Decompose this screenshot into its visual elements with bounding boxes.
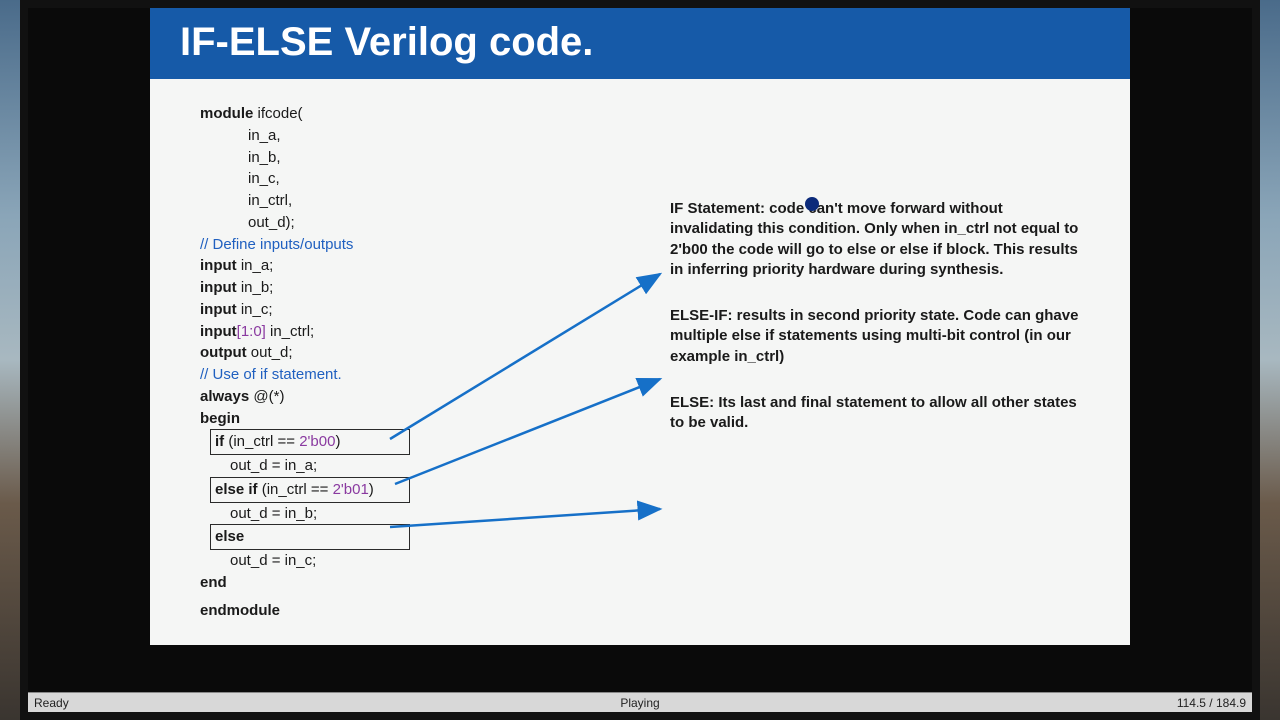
kw-endmodule: endmodule <box>200 602 280 619</box>
assign-c: out_d = in_c; <box>200 550 560 572</box>
port-in-b: in_b, <box>200 147 560 169</box>
if-line-box: if (in_ctrl == 2'b00) <box>210 429 410 455</box>
lit-00: 2'b00 <box>299 433 335 450</box>
monitor-frame: IF-ELSE Verilog code. module ifcode( in_… <box>20 0 1260 720</box>
kw-input-a: input <box>200 257 237 274</box>
elseif-line-box: else if (in_ctrl == 2'b01) <box>210 477 410 503</box>
range-ctrl: [1:0] <box>237 323 266 340</box>
assign-a: out_d = in_a; <box>200 455 560 477</box>
kw-input-c: input <box>200 301 237 318</box>
port-out-d: out_d); <box>200 212 560 234</box>
comment-io: // Define inputs/outputs <box>200 234 560 256</box>
annotation-elseif: ELSE-IF: results in second priority stat… <box>670 306 1090 367</box>
assign-b: out_d = in_b; <box>200 503 560 525</box>
decl-in-b: in_b; <box>237 279 274 296</box>
status-right: 114.5 / 184.9 <box>1177 696 1246 710</box>
verilog-code-block: module ifcode( in_a, in_b, in_c, in_ctrl… <box>200 103 560 621</box>
if-cond-a: (in_ctrl == <box>224 433 299 450</box>
slide-title: IF-ELSE Verilog code. <box>150 8 1130 79</box>
kw-output: output <box>200 344 247 361</box>
cursor-indicator <box>805 197 819 211</box>
port-in-ctrl: in_ctrl, <box>200 190 560 212</box>
kw-elseif: else if <box>215 481 258 498</box>
kw-always: always <box>200 388 249 405</box>
kw-end: end <box>200 574 227 591</box>
elseif-cond-b: ) <box>369 481 374 498</box>
module-name: ifcode( <box>253 105 302 122</box>
kw-module: module <box>200 105 253 122</box>
kw-input-b: input <box>200 279 237 296</box>
player-status-bar: Ready Playing 114.5 / 184.9 <box>28 692 1252 712</box>
always-sens: @(*) <box>249 388 284 405</box>
else-line-box: else <box>210 524 410 550</box>
elseif-cond-a: (in_ctrl == <box>258 481 333 498</box>
status-center: Playing <box>620 696 659 710</box>
port-in-a: in_a, <box>200 125 560 147</box>
port-in-c: in_c, <box>200 168 560 190</box>
annotations-column: IF Statement: code can't move forward wi… <box>670 199 1090 459</box>
slide-viewport: IF-ELSE Verilog code. module ifcode( in_… <box>28 8 1252 692</box>
kw-input-ctrl: input <box>200 323 237 340</box>
decl-in-a: in_a; <box>237 257 274 274</box>
decl-out-d: out_d; <box>247 344 293 361</box>
kw-else: else <box>215 528 244 545</box>
kw-begin: begin <box>200 410 240 427</box>
status-left: Ready <box>34 696 69 710</box>
kw-if: if <box>215 433 224 450</box>
slide-content: module ifcode( in_a, in_b, in_c, in_ctrl… <box>150 79 1130 645</box>
if-cond-b: ) <box>335 433 340 450</box>
presentation-slide: IF-ELSE Verilog code. module ifcode( in_… <box>150 8 1130 645</box>
decl-in-c: in_c; <box>237 301 273 318</box>
annotation-if: IF Statement: code can't move forward wi… <box>670 199 1090 280</box>
decl-in-ctrl: in_ctrl; <box>266 323 314 340</box>
annotation-else: ELSE: Its last and final statement to al… <box>670 393 1090 434</box>
lit-01: 2'b01 <box>333 481 369 498</box>
comment-use: // Use of if statement. <box>200 364 560 386</box>
